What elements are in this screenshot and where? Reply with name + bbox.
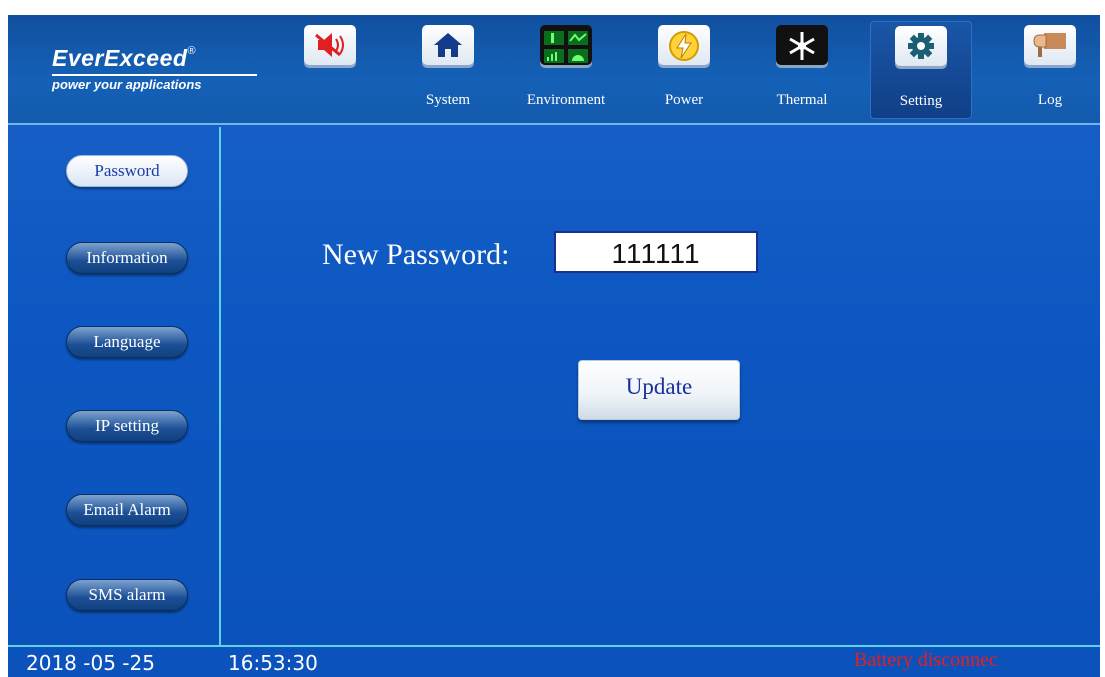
new-password-field[interactable]: 111111 <box>554 231 758 273</box>
status-date: 2018 -05 -25 <box>26 651 155 675</box>
sidebar-item-password[interactable]: Password <box>66 155 188 187</box>
nav-power[interactable]: Power <box>634 21 734 117</box>
nav-label-power: Power <box>664 92 704 108</box>
nav-mute-alarm[interactable] <box>280 21 380 117</box>
nav-label-system: System <box>425 92 471 108</box>
update-button[interactable]: Update <box>578 360 740 420</box>
hmi-screen: EverExceed® power your applications Syst… <box>8 15 1100 677</box>
nav-label-setting: Setting <box>899 93 943 109</box>
sidebar-divider <box>219 127 221 645</box>
new-password-label: New Password: <box>322 238 510 271</box>
nav-system[interactable]: System <box>398 21 498 117</box>
sidebar-item-ip-setting[interactable]: IP setting <box>66 410 188 442</box>
sidebar-item-information[interactable]: Information <box>66 242 188 274</box>
nav-thermal[interactable]: Thermal <box>752 21 852 117</box>
brand-tagline: power your applications <box>52 74 257 92</box>
nav-environment[interactable]: Environment <box>516 21 616 117</box>
registered-mark: ® <box>187 45 196 57</box>
alarm-message: Battery disconnec <box>854 649 998 671</box>
mute-alarm-icon <box>304 25 356 65</box>
gear-icon <box>895 26 947 66</box>
home-icon <box>422 25 474 65</box>
snowflake-icon <box>776 25 828 65</box>
lightning-icon <box>658 25 710 65</box>
status-time: 16:53:30 <box>228 651 318 675</box>
brand-name: EverExceed <box>52 45 188 71</box>
status-divider <box>8 645 1100 647</box>
log-icon <box>1024 25 1076 65</box>
sidebar-item-sms-alarm[interactable]: SMS alarm <box>66 579 188 611</box>
top-navigation-bar: EverExceed® power your applications Syst… <box>8 15 1100 125</box>
sidebar-item-email-alarm[interactable]: Email Alarm <box>66 494 188 526</box>
environment-monitor-icon <box>540 25 592 65</box>
sidebar-item-language[interactable]: Language <box>66 326 188 358</box>
nav-label-environment: Environment <box>526 92 606 108</box>
nav-setting[interactable]: Setting <box>870 21 972 119</box>
brand-logo: EverExceed® power your applications <box>52 45 262 92</box>
nav-label-log: Log <box>1037 92 1063 108</box>
nav-label-thermal: Thermal <box>776 92 828 108</box>
nav-log[interactable]: Log <box>1000 21 1100 117</box>
